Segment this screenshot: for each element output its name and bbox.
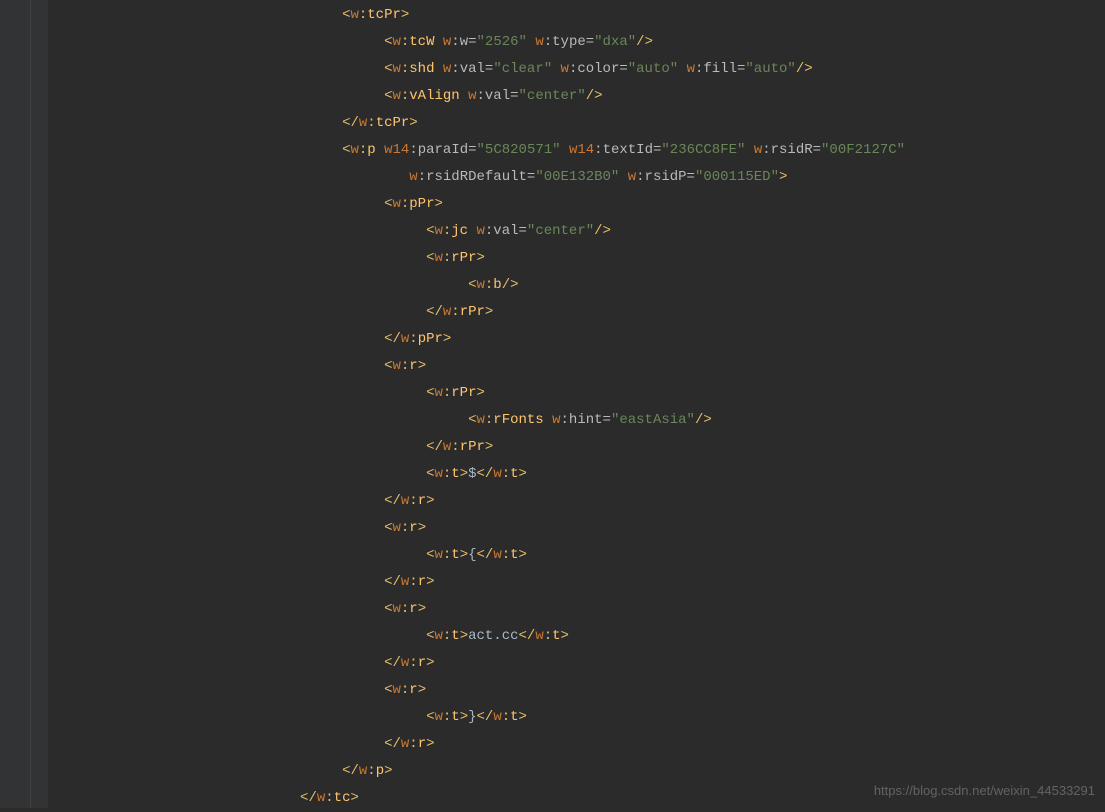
code-line[interactable]: <w:shd w:val="clear" w:color="auto" w:fi… <box>48 56 1105 83</box>
code-line[interactable]: <w:vAlign w:val="center"/> <box>48 83 1105 110</box>
code-line[interactable]: <w:p w14:paraId="5C820571" w14:textId="2… <box>48 137 1105 164</box>
code-line[interactable]: </w:rPr> <box>48 299 1105 326</box>
code-line[interactable]: <w:r> <box>48 677 1105 704</box>
code-line[interactable]: </w:r> <box>48 569 1105 596</box>
code-line[interactable]: <w:r> <box>48 515 1105 542</box>
code-line[interactable]: <w:pPr> <box>48 191 1105 218</box>
code-line[interactable]: w:rsidRDefault="00E132B0" w:rsidP="00011… <box>48 164 1105 191</box>
code-line[interactable]: <w:r> <box>48 353 1105 380</box>
code-line[interactable]: <w:tcW w:w="2526" w:type="dxa"/> <box>48 29 1105 56</box>
code-line[interactable]: <w:t>act.cc</w:t> <box>48 623 1105 650</box>
watermark-text: https://blog.csdn.net/weixin_44533291 <box>874 783 1095 798</box>
code-line[interactable]: </w:r> <box>48 731 1105 758</box>
code-editor-content[interactable]: <w:tcPr> <w:tcW w:w="2526" w:type="dxa"/… <box>48 0 1105 808</box>
code-line[interactable]: <w:jc w:val="center"/> <box>48 218 1105 245</box>
code-line[interactable]: <w:t>$</w:t> <box>48 461 1105 488</box>
code-line[interactable]: </w:tcPr> <box>48 110 1105 137</box>
code-line[interactable]: </w:p> <box>48 758 1105 785</box>
code-line[interactable]: </w:r> <box>48 650 1105 677</box>
code-line[interactable]: </w:r> <box>48 488 1105 515</box>
code-line[interactable]: <w:t>{</w:t> <box>48 542 1105 569</box>
code-line[interactable]: <w:b/> <box>48 272 1105 299</box>
code-line[interactable]: <w:rPr> <box>48 245 1105 272</box>
code-line[interactable]: <w:r> <box>48 596 1105 623</box>
code-line[interactable]: <w:t>}</w:t> <box>48 704 1105 731</box>
code-line[interactable]: <w:rPr> <box>48 380 1105 407</box>
code-line[interactable]: <w:tcPr> <box>48 2 1105 29</box>
code-line[interactable]: <w:rFonts w:hint="eastAsia"/> <box>48 407 1105 434</box>
editor-gutter <box>0 0 48 808</box>
gutter-divider <box>30 0 31 808</box>
code-line[interactable]: </w:rPr> <box>48 434 1105 461</box>
code-line[interactable]: </w:pPr> <box>48 326 1105 353</box>
